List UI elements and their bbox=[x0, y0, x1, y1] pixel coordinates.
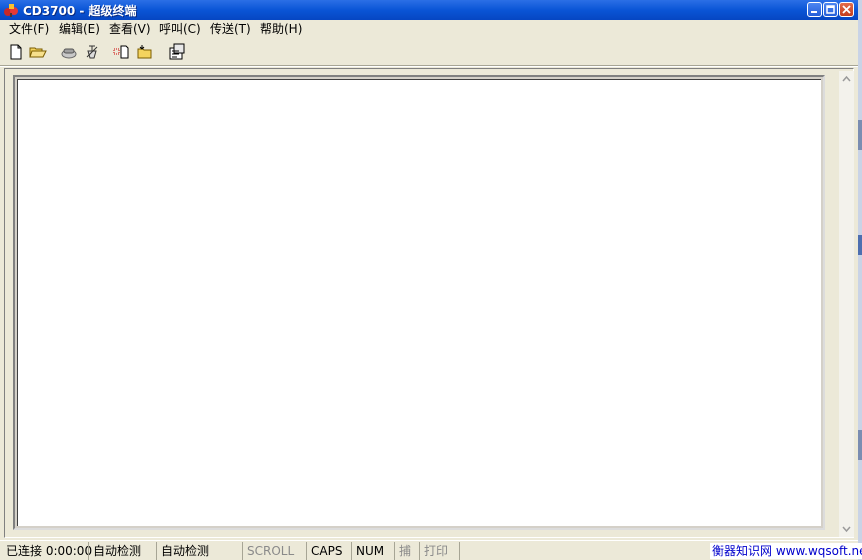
send-icon[interactable] bbox=[113, 43, 131, 61]
menu-view[interactable]: 查看(V) bbox=[109, 21, 151, 38]
background-desktop-strip bbox=[858, 0, 862, 560]
receive-icon[interactable] bbox=[136, 43, 154, 61]
maximize-icon bbox=[826, 5, 835, 14]
menu-call[interactable]: 呼叫(C) bbox=[159, 21, 201, 38]
status-detect-2: 自动检测 bbox=[156, 542, 242, 560]
status-num: NUM bbox=[351, 542, 394, 560]
hyperterminal-window: CD3700 - 超级终端 文件(F) 编辑(E) 查看(V) 呼叫(C) 传送… bbox=[0, 0, 858, 560]
menu-bar: 文件(F) 编辑(E) 查看(V) 呼叫(C) 传送(T) 帮助(H) bbox=[0, 20, 858, 39]
terminal-screen[interactable] bbox=[17, 79, 821, 526]
status-print: 打印 bbox=[419, 542, 459, 560]
menu-edit[interactable]: 编辑(E) bbox=[59, 21, 100, 38]
window-title: CD3700 - 超级终端 bbox=[23, 4, 137, 18]
watermark-text: 衡器知识网 www.wqsoft.net bbox=[710, 543, 862, 559]
title-bar[interactable]: CD3700 - 超级终端 bbox=[0, 0, 858, 20]
disconnect-icon[interactable] bbox=[83, 43, 101, 61]
status-connected: 已连接 0:00:00 bbox=[6, 544, 93, 558]
status-capture: 捕 bbox=[394, 542, 419, 560]
open-icon[interactable] bbox=[29, 43, 47, 61]
scroll-down-icon[interactable] bbox=[839, 522, 854, 537]
status-detect-1: 自动检测 bbox=[88, 542, 156, 560]
minimize-icon bbox=[811, 11, 817, 13]
terminal-frame bbox=[13, 75, 825, 530]
minimize-button[interactable] bbox=[807, 2, 822, 17]
close-button[interactable] bbox=[839, 2, 854, 17]
scroll-up-icon[interactable] bbox=[839, 71, 854, 86]
status-scroll: SCROLL bbox=[242, 542, 306, 560]
properties-icon[interactable] bbox=[168, 43, 186, 61]
close-icon bbox=[842, 5, 851, 14]
menu-file[interactable]: 文件(F) bbox=[9, 21, 49, 38]
status-caps: CAPS bbox=[306, 542, 351, 560]
menu-help[interactable]: 帮助(H) bbox=[260, 21, 302, 38]
call-icon[interactable] bbox=[60, 43, 78, 61]
menu-transfer[interactable]: 传送(T) bbox=[210, 21, 251, 38]
toolbar-divider bbox=[0, 65, 858, 67]
vertical-scrollbar[interactable] bbox=[839, 71, 854, 537]
maximize-button[interactable] bbox=[823, 2, 838, 17]
hyperterminal-icon[interactable] bbox=[3, 2, 19, 18]
client-area bbox=[4, 68, 854, 538]
status-empty bbox=[459, 542, 699, 560]
toolbar bbox=[0, 39, 858, 65]
new-icon[interactable] bbox=[7, 43, 25, 61]
